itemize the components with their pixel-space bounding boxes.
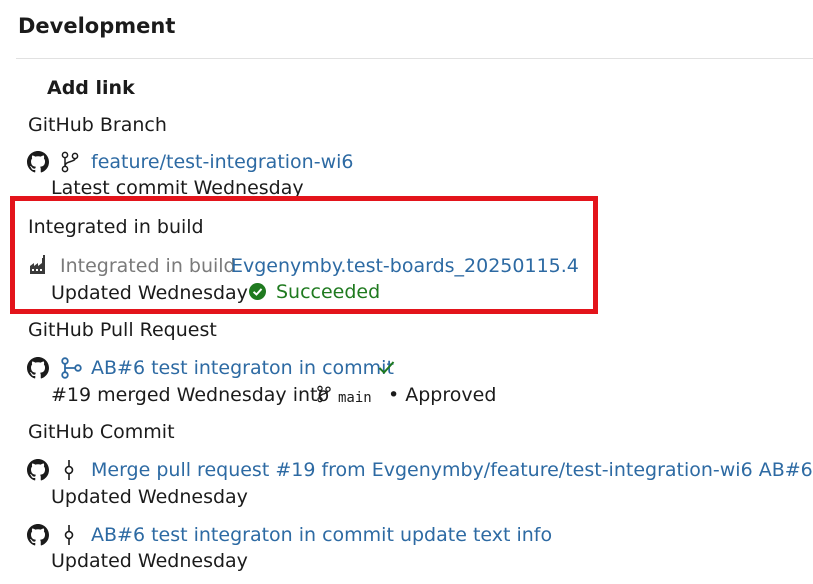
check-circle-icon [249, 283, 266, 300]
section-heading-github-commit: GitHub Commit [28, 421, 175, 443]
pull-request-detail: #19 merged Wednesday into [51, 384, 330, 406]
commit-icon [64, 525, 74, 545]
commit-icon [64, 460, 74, 480]
github-icon [27, 524, 49, 546]
build-icon [30, 255, 45, 274]
section-heading-github-pull-request: GitHub Pull Request [28, 319, 217, 341]
commit-detail: Updated Wednesday [51, 486, 248, 508]
commit-link[interactable]: Merge pull request #19 from Evgenymby/fe… [91, 459, 813, 481]
build-detail: Updated Wednesday [51, 282, 248, 304]
build-link[interactable]: Evgenymby.test-boards_20250115.4 [231, 255, 579, 277]
target-branch[interactable]: main [338, 390, 372, 406]
commit-detail: Updated Wednesday [51, 550, 248, 572]
pull-request-icon [61, 357, 82, 379]
branch-icon [317, 385, 331, 403]
branch-detail: Latest commit Wednesday [51, 177, 304, 196]
add-link-button[interactable]: Add link [47, 77, 135, 99]
commit-link[interactable]: AB#6 test integraton in commit update te… [91, 524, 552, 546]
panel-title: Development [18, 14, 176, 38]
divider [16, 58, 813, 59]
github-icon [27, 151, 49, 173]
approval-status: • Approved [388, 384, 497, 406]
build-status: Succeeded [276, 281, 381, 303]
section-heading-integrated-build: Integrated in build [28, 216, 204, 238]
checkmark-icon [378, 361, 395, 374]
build-prefix: Integrated in build [60, 255, 236, 277]
github-icon [27, 459, 49, 481]
github-icon [27, 357, 49, 379]
branch-icon [61, 151, 79, 173]
branch-link[interactable]: feature/test-integration-wi6 [91, 151, 353, 173]
pull-request-link[interactable]: AB#6 test integraton in commit [91, 357, 394, 379]
section-heading-github-branch: GitHub Branch [28, 114, 167, 136]
